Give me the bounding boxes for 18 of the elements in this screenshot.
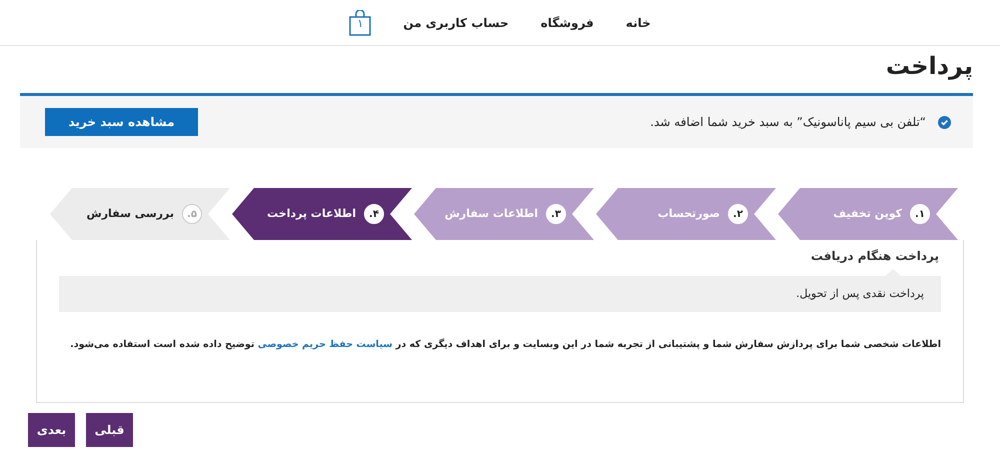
step-nav-button[interactable]: قبلی (86, 413, 133, 447)
checkout-step-tab[interactable]: ۵. بررسی سفارش (50, 188, 230, 240)
checkout-step-tab[interactable]: ۳. اطلاعات سفارش (414, 188, 594, 240)
checkout-step-tab[interactable]: ۲. صورتحساب (596, 188, 776, 240)
step-nav-button[interactable]: بعدی (28, 413, 75, 447)
payment-method: پرداخت هنگام دریافت (810, 248, 939, 265)
check-circle-icon (938, 116, 951, 128)
privacy-policy-link[interactable]: سیاست حفظ حریم خصوصی (258, 339, 392, 350)
nav-link[interactable]: حساب کاربری من (403, 14, 509, 32)
notice-message: “تلفن بی سیم پاناسونیک” به سبد خرید شما اضافه شد. (650, 114, 926, 131)
checkout-step-tab[interactable]: ۴. اطلاعات پرداخت (232, 188, 412, 240)
nav-link[interactable]: خانه (626, 14, 651, 32)
view-cart-button[interactable]: مشاهده سبد خرید (45, 108, 198, 136)
checkout-step-tab[interactable]: ۱. کوپن تخفیف (778, 188, 958, 240)
privacy-notice: اطلاعات شخصی شما برای پردازش سفارش شما و پشتیبانی از تجربه شما در این وبسایت و برای اهداف دیگری که در سیاست حفظ حریم خصوصی توضیح داده شده است استفاده می‌شود. (70, 338, 941, 352)
nav-link[interactable]: فروشگاه (540, 14, 594, 32)
page-title: پرداخت (884, 51, 973, 82)
payment-description: پرداخت نقدی پس از تحویل. (796, 286, 924, 302)
